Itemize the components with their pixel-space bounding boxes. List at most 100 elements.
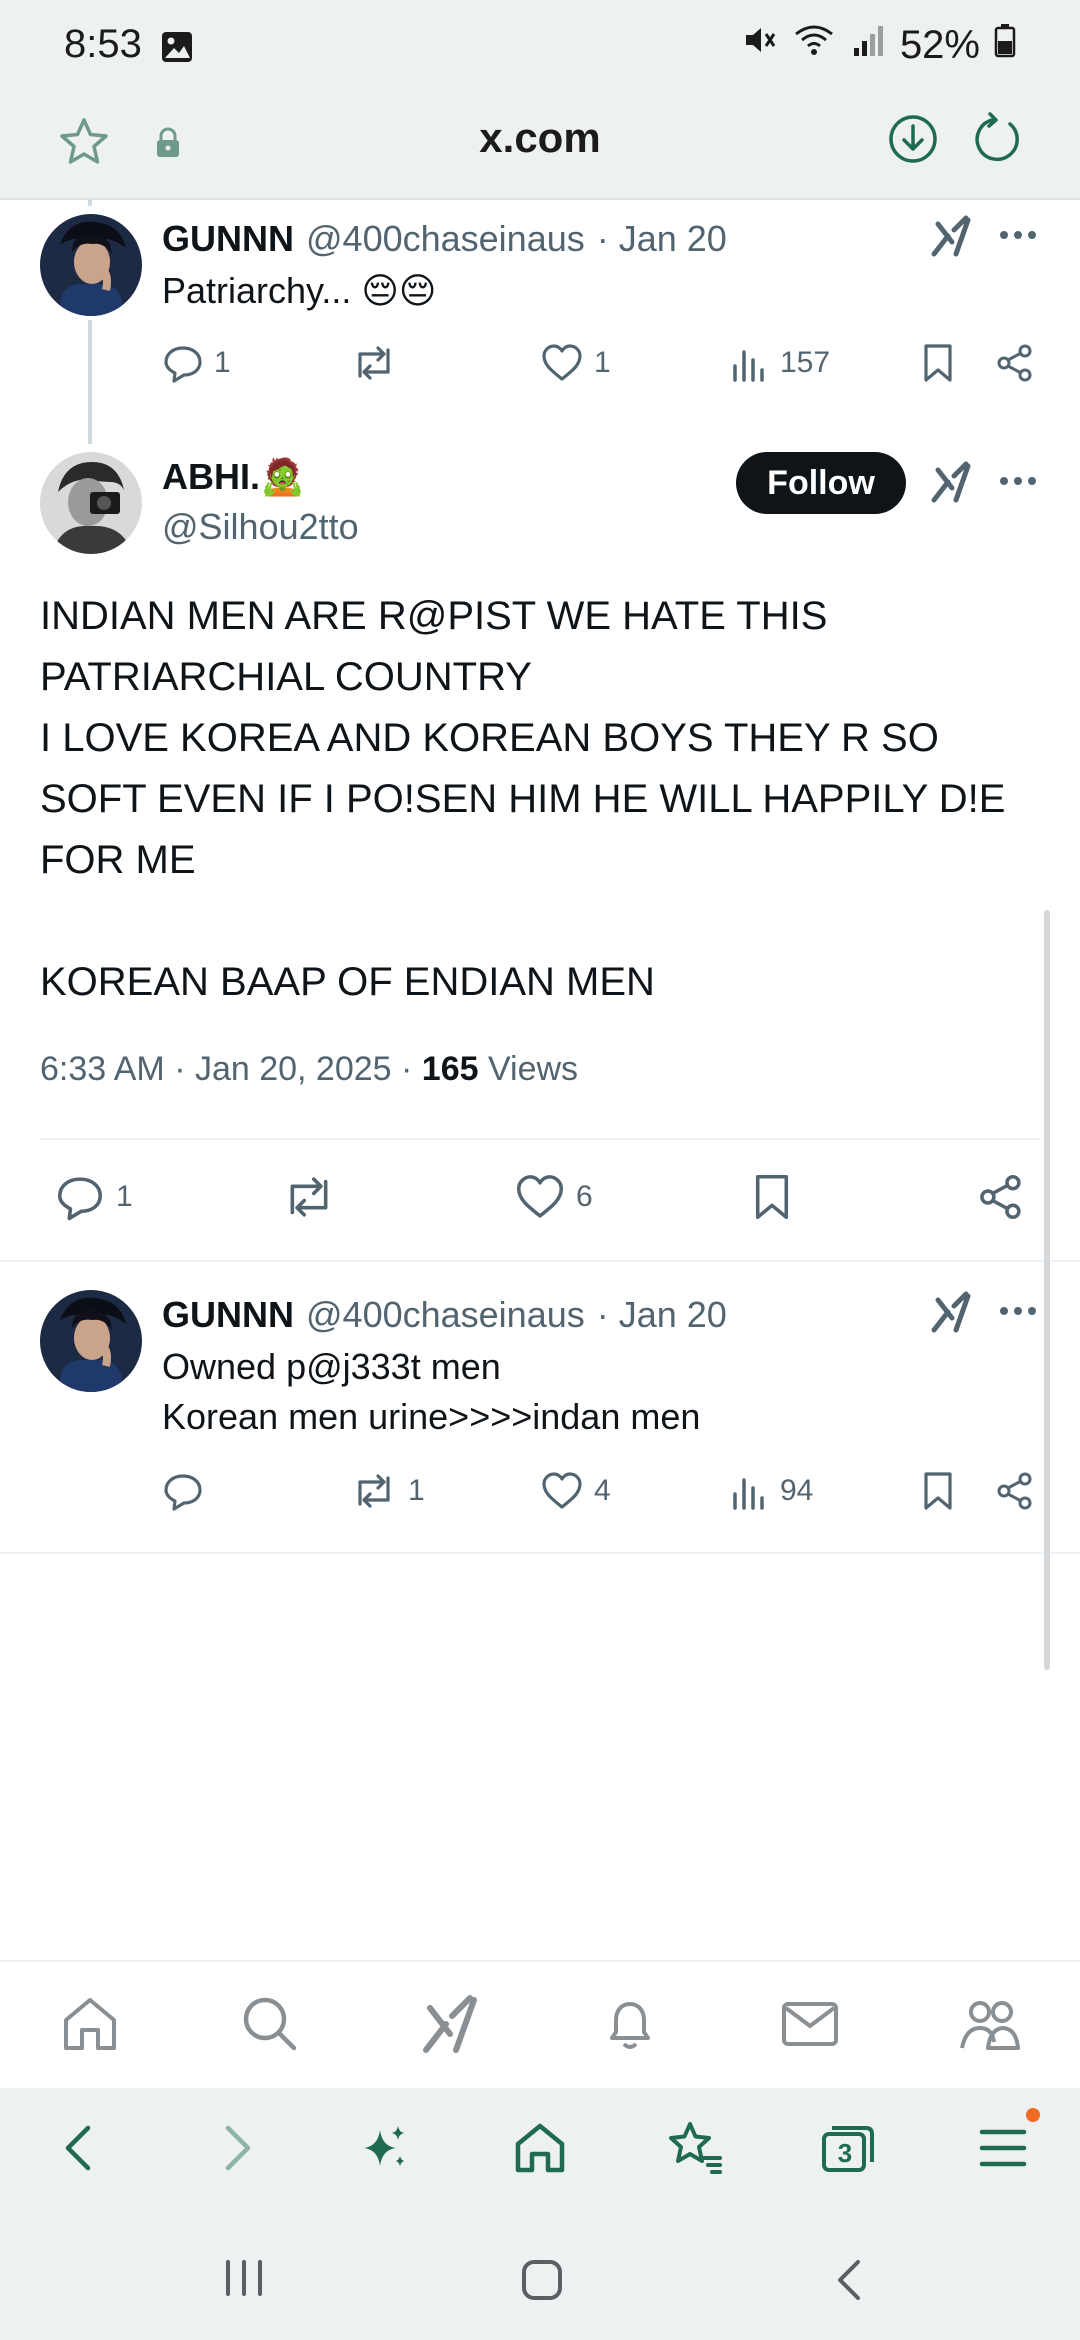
more-icon[interactable] (996, 466, 1040, 501)
tweet-text-line: FOR ME (40, 838, 196, 882)
tweet-text-line: INDIAN MEN ARE R@PIST WE HATE THIS (40, 594, 828, 638)
bookmark-icon (924, 344, 952, 382)
reload-icon[interactable] (970, 112, 1024, 171)
follow-button[interactable]: Follow (736, 452, 906, 514)
notification-badge (1026, 2108, 1040, 2122)
tweet-header: GUNNN @400chaseinaus · Jan 20 (162, 1294, 727, 1336)
tweet-handle-row: @Silhou2tto (162, 506, 359, 548)
notifications-bell-icon[interactable] (598, 1992, 662, 2061)
tweet-date[interactable]: · Jan 20 (597, 1294, 727, 1336)
display-name[interactable]: GUNNN (162, 218, 294, 260)
mute-icon (742, 22, 778, 68)
display-name[interactable]: ABHI.🧟 (162, 456, 305, 498)
repost-icon (358, 1474, 390, 1508)
views-icon (733, 350, 764, 382)
thread-connector (88, 200, 92, 206)
reply-icon (57, 1177, 103, 1221)
repost-button[interactable] (350, 342, 408, 384)
reply-button[interactable]: 1 (162, 342, 231, 384)
grok-icon[interactable] (930, 1290, 972, 1339)
views-count: 157 (780, 346, 831, 379)
repost-count: 1 (408, 1474, 425, 1507)
communities-icon[interactable] (958, 1992, 1022, 2061)
share-button[interactable] (976, 1172, 1026, 1222)
tweet-text: Patriarchy... 😔😔 (162, 270, 437, 311)
like-button[interactable]: 6 (514, 1172, 593, 1222)
timeline-content: GUNNN @400chaseinaus · Jan 20 Patriarchy… (0, 200, 1080, 1960)
x-bottom-nav (0, 1960, 1080, 2088)
avatar[interactable] (40, 1290, 142, 1392)
menu-hamburger-icon[interactable] (974, 2118, 1034, 2183)
tweet-date[interactable]: · Jan 20 (597, 218, 727, 260)
browser-toolbar: 3 (0, 2088, 1080, 2212)
forward-chevron-icon[interactable] (208, 2118, 264, 2183)
tabs-count: 3 (837, 2138, 853, 2168)
bookmark-button[interactable] (750, 1172, 794, 1222)
battery-icon (994, 22, 1016, 68)
views-count[interactable]: 165 (422, 1050, 479, 1088)
messages-mail-icon[interactable] (778, 1992, 842, 2061)
wifi-icon (792, 22, 836, 68)
tabs-icon[interactable]: 3 (818, 2118, 878, 2183)
tweet-meta: 6:33 AM · Jan 20, 2025 · 165 Views (40, 1050, 578, 1089)
like-button[interactable]: 1 (540, 342, 611, 384)
tweet-text-line: I LOVE KOREA AND KOREAN BOYS THEY R SO (40, 716, 939, 760)
share-button[interactable] (994, 1470, 1036, 1512)
views-count: 94 (780, 1474, 814, 1507)
tweet-text-line: PATRIARCHIAL COUNTRY (40, 655, 532, 699)
sparkle-ai-icon[interactable] (356, 2118, 412, 2183)
bookmarks-star-icon[interactable] (664, 2118, 724, 2183)
scrollbar[interactable] (1044, 910, 1050, 1670)
reply-count: 1 (214, 346, 231, 379)
bookmark-button[interactable] (920, 342, 956, 384)
reply-icon (164, 1474, 202, 1511)
tweet-text: Owned p@j333t men Korean men urine>>>>in… (162, 1342, 700, 1442)
home-button-icon[interactable] (520, 2258, 564, 2307)
tweet-text-line: SOFT EVEN IF I PO!SEN HIM HE WILL HAPPIL… (40, 777, 1006, 821)
grok-icon[interactable] (930, 460, 972, 509)
recent-apps-icon[interactable] (220, 2258, 268, 2303)
like-button[interactable]: 4 (540, 1470, 611, 1512)
repost-button[interactable]: 1 (350, 1470, 425, 1512)
browser-address-bar: x.com (0, 96, 1080, 200)
search-icon[interactable] (238, 1992, 302, 2061)
like-count: 4 (594, 1474, 611, 1507)
share-button[interactable] (994, 342, 1036, 384)
avatar[interactable] (40, 452, 142, 554)
more-icon[interactable] (996, 1296, 1040, 1331)
like-count: 1 (594, 346, 611, 379)
signal-icon (850, 22, 886, 68)
reply-button[interactable] (162, 1470, 214, 1512)
status-bar: 8:53 52% (0, 0, 1080, 96)
views-button[interactable]: 157 (730, 342, 830, 384)
system-back-icon[interactable] (830, 2258, 870, 2307)
like-count: 6 (576, 1180, 593, 1213)
views-icon (733, 1478, 764, 1510)
tweet-text-line: Owned p@j333t men (162, 1346, 501, 1387)
divider (0, 1260, 1080, 1262)
tweet-actions: 1 6 (0, 1172, 1080, 1232)
bookmark-icon (755, 1174, 789, 1220)
display-name[interactable]: GUNNN (162, 1294, 294, 1336)
back-chevron-icon[interactable] (52, 2118, 108, 2183)
grok-icon[interactable] (930, 214, 972, 263)
tweet-text-line: Korean men urine>>>>indan men (162, 1396, 701, 1437)
heart-icon (542, 344, 582, 381)
user-handle[interactable]: @400chaseinaus (306, 218, 585, 260)
user-handle[interactable]: @400chaseinaus (306, 1294, 585, 1336)
repost-button[interactable] (280, 1172, 338, 1222)
more-icon[interactable] (996, 220, 1040, 255)
bookmark-button[interactable] (920, 1470, 956, 1512)
home-icon[interactable] (58, 1992, 122, 2061)
grok-icon[interactable] (418, 1992, 482, 2061)
tweet-timestamp[interactable]: 6:33 AM · Jan 20, 2025 · (40, 1050, 422, 1088)
views-button[interactable]: 94 (730, 1470, 813, 1512)
home-icon[interactable] (510, 2118, 570, 2183)
user-handle[interactable]: @Silhou2tto (162, 506, 359, 548)
download-icon[interactable] (886, 112, 940, 171)
reply-button[interactable]: 1 (54, 1172, 133, 1222)
tweet-text-line: KOREAN BAAP OF ENDIAN MEN (40, 960, 655, 1004)
share-icon (997, 344, 1032, 382)
repost-icon (290, 1177, 328, 1217)
avatar[interactable] (40, 214, 142, 316)
